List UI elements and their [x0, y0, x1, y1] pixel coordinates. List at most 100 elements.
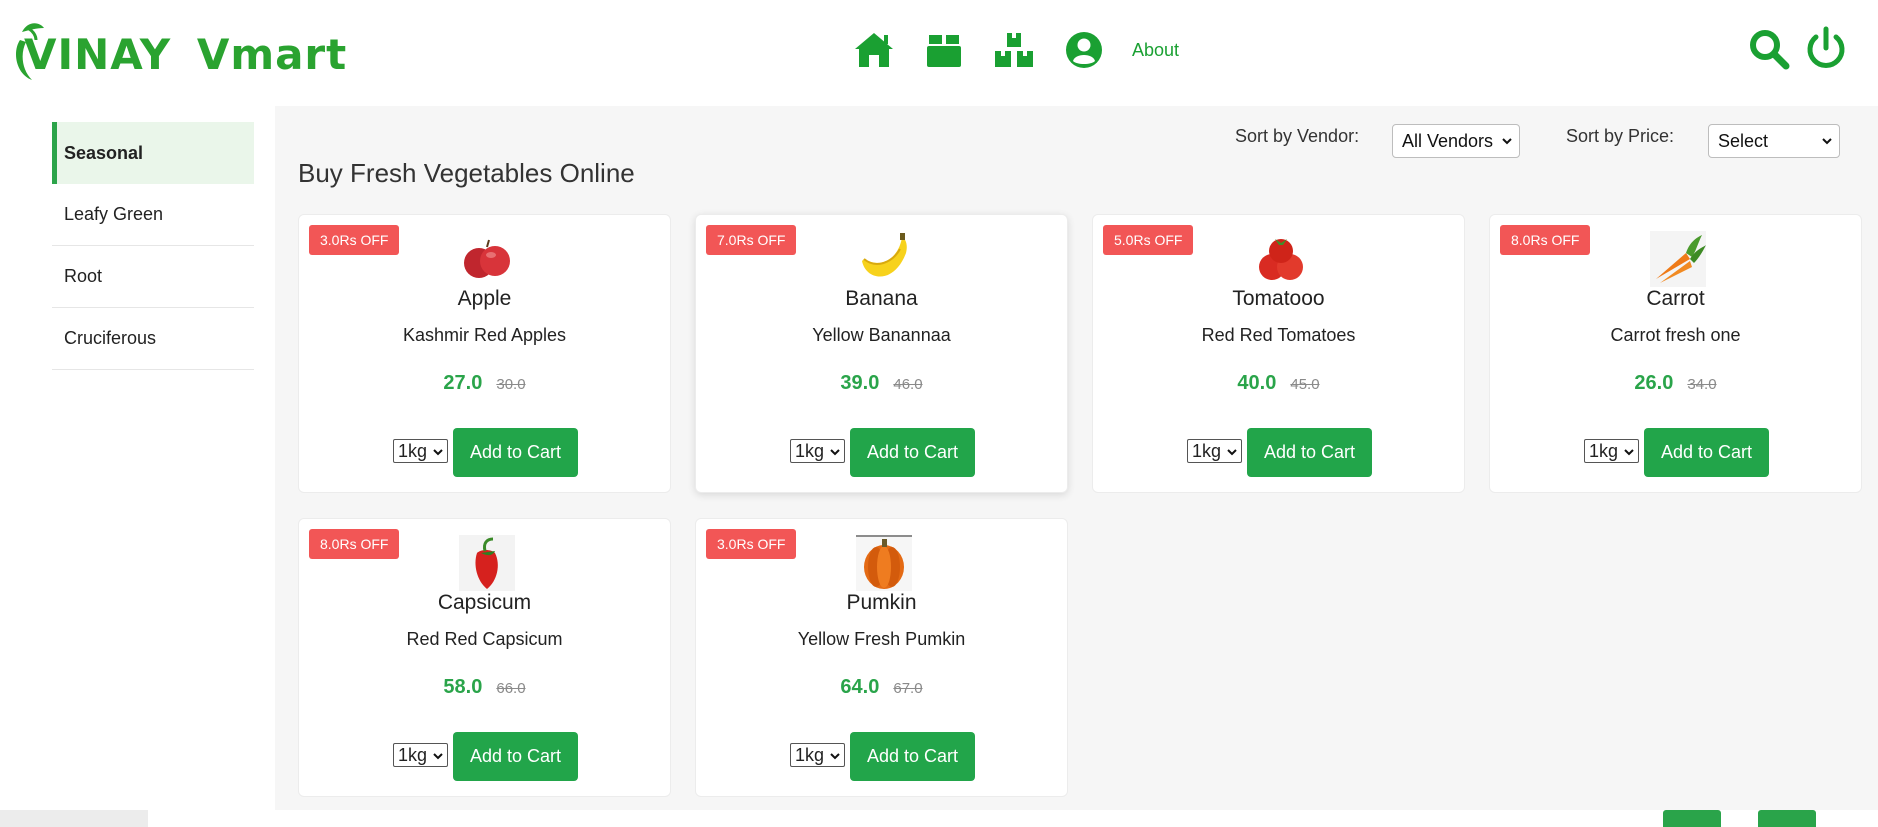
product-price: 58.0	[443, 676, 483, 698]
discount-badge: 7.0Rs OFF	[706, 225, 797, 255]
add-to-cart-button[interactable]: Add to Cart	[850, 428, 975, 477]
product-prices: 27.0 30.0	[299, 372, 670, 395]
add-to-cart-button[interactable]: Add to Cart	[453, 428, 578, 477]
product-old-price: 30.0	[496, 376, 526, 393]
brand-name: VINAY Vmart	[12, 30, 347, 79]
pagination-button[interactable]	[1663, 810, 1721, 827]
product-description: Yellow Fresh Pumkin	[797, 629, 966, 649]
pagination-button[interactable]	[1758, 810, 1816, 827]
brand-logo[interactable]: VINAY Vmart	[12, 18, 346, 88]
sidebar-item-label: Cruciferous	[64, 328, 157, 348]
sort-price-select[interactable]: Select	[1708, 124, 1840, 158]
sort-vendor-label: Sort by Vendor:	[1235, 126, 1360, 146]
sidebar-item-label: Seasonal	[64, 142, 144, 163]
tomato-image	[1253, 231, 1309, 287]
capsicum-image	[459, 535, 515, 591]
sidebar-item-seasonal[interactable]: Seasonal	[52, 122, 254, 184]
home-icon[interactable]	[852, 28, 896, 72]
discount-badge: 5.0Rs OFF	[1103, 225, 1194, 255]
sidebar-item-label: Leafy Green	[64, 204, 164, 224]
sort-vendor-value: All Vendors	[1402, 130, 1494, 151]
product-prices: 39.0 46.0	[696, 372, 1067, 395]
sidebar-item-root[interactable]: Root	[52, 246, 254, 308]
user-icon[interactable]	[1062, 28, 1106, 72]
product-name: Apple	[457, 287, 512, 310]
power-icon[interactable]	[1804, 26, 1848, 72]
discount-badge: 8.0Rs OFF	[1500, 225, 1591, 255]
quantity-select[interactable]: 1kg	[790, 743, 845, 767]
product-prices: 58.0 66.0	[299, 676, 670, 699]
product-price: 27.0	[443, 372, 483, 394]
product-name: Carrot	[1646, 287, 1705, 310]
product-prices: 64.0 67.0	[696, 676, 1067, 699]
product-description: Red Red Capsicum	[406, 629, 563, 649]
product-price: 64.0	[840, 676, 880, 698]
chevron-down-icon	[1624, 449, 1634, 456]
product-card-banana: 7.0Rs OFF Banana Yellow Banannaa 39.0 46.…	[695, 214, 1068, 493]
box-icon[interactable]	[922, 28, 966, 72]
brand-name-part-1: VINAY	[24, 30, 172, 79]
chevron-down-icon	[1227, 449, 1237, 456]
quantity-value: 1kg	[398, 745, 428, 765]
quantity-select[interactable]: 1kg	[790, 439, 845, 463]
sidebar-item-leafy-green[interactable]: Leafy Green	[52, 184, 254, 246]
sort-vendor-select[interactable]: All Vendors	[1392, 124, 1520, 158]
product-price: 39.0	[840, 372, 880, 394]
product-name: Pumkin	[846, 591, 917, 614]
add-to-cart-button[interactable]: Add to Cart	[453, 732, 578, 781]
chevron-down-icon	[830, 753, 840, 760]
banana-image	[856, 231, 912, 287]
chevron-down-icon	[433, 753, 443, 760]
apple-image	[459, 231, 515, 287]
quantity-select[interactable]: 1kg	[393, 743, 448, 767]
quantity-select[interactable]: 1kg	[1584, 439, 1639, 463]
product-description: Red Red Tomatoes	[1201, 325, 1356, 345]
pumpkin-image	[856, 535, 912, 591]
product-price: 40.0	[1237, 372, 1277, 394]
chevron-down-icon	[1822, 138, 1832, 145]
product-prices: 26.0 34.0	[1490, 372, 1861, 395]
add-to-cart-button[interactable]: Add to Cart	[1247, 428, 1372, 477]
sidebar-item-label: Root	[64, 266, 103, 286]
quantity-value: 1kg	[795, 745, 825, 765]
boxes-icon[interactable]	[992, 28, 1036, 72]
product-name: Banana	[845, 287, 918, 310]
product-panel: Sort by Vendor: All Vendors Sort by Pric…	[275, 106, 1878, 810]
carrot-image	[1650, 231, 1706, 287]
product-name: Tomatooo	[1232, 287, 1325, 310]
product-old-price: 67.0	[893, 680, 923, 697]
product-old-price: 34.0	[1687, 376, 1717, 393]
chevron-down-icon	[830, 449, 840, 456]
page-title: Buy Fresh Vegetables Online	[298, 158, 635, 188]
bottom-strip	[0, 810, 148, 827]
product-card-pumpkin: 3.0Rs OFF Pumkin Yellow Fresh Pumkin 64.…	[695, 518, 1068, 797]
chevron-down-icon	[1502, 138, 1512, 145]
category-sidebar: Seasonal Leafy Green Root Cruciferous	[52, 122, 254, 370]
discount-badge: 8.0Rs OFF	[309, 529, 400, 559]
product-old-price: 45.0	[1290, 376, 1320, 393]
nav-about-link[interactable]: About	[1132, 40, 1179, 61]
sidebar-item-cruciferous[interactable]: Cruciferous	[52, 308, 254, 370]
quantity-select[interactable]: 1kg	[1187, 439, 1242, 463]
discount-badge: 3.0Rs OFF	[706, 529, 797, 559]
main-nav: About	[852, 28, 1179, 72]
sort-price-label: Sort by Price:	[1566, 126, 1675, 146]
top-header: VINAY Vmart About	[0, 0, 1878, 104]
product-card-capsicum: 8.0Rs OFF Capsicum Red Red Capsicum 58.0…	[298, 518, 671, 797]
add-to-cart-button[interactable]: Add to Cart	[850, 732, 975, 781]
quantity-value: 1kg	[1589, 441, 1619, 461]
brand-name-part-2: Vmart	[196, 30, 348, 79]
quantity-value: 1kg	[1192, 441, 1222, 461]
product-description: Carrot fresh one	[1610, 325, 1741, 345]
add-to-cart-button[interactable]: Add to Cart	[1644, 428, 1769, 477]
quantity-select[interactable]: 1kg	[393, 439, 448, 463]
chevron-down-icon	[433, 449, 443, 456]
product-card-tomato: 5.0Rs OFF Tomatooo Red Red Tomatoes 40.0…	[1092, 214, 1465, 493]
quantity-value: 1kg	[398, 441, 428, 461]
product-old-price: 46.0	[893, 376, 923, 393]
discount-badge: 3.0Rs OFF	[309, 225, 400, 255]
header-actions	[1748, 26, 1878, 72]
product-price: 26.0	[1634, 372, 1674, 394]
search-icon[interactable]	[1748, 28, 1790, 70]
product-old-price: 66.0	[496, 680, 526, 697]
